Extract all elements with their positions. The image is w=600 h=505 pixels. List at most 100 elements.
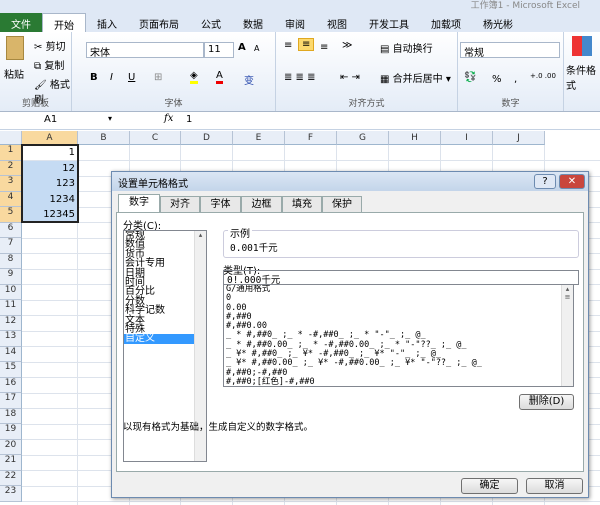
font-color-button[interactable]: A xyxy=(216,70,223,84)
tab-addins[interactable]: 加载项 xyxy=(420,13,472,33)
name-box[interactable]: A1 xyxy=(44,114,57,125)
align-bottom-icon[interactable]: ≡ xyxy=(320,42,328,53)
row-header[interactable]: 2 xyxy=(0,160,22,176)
copy-button[interactable]: ⧉ 复制 xyxy=(34,57,64,72)
row-header[interactable]: 19 xyxy=(0,424,22,440)
tab-number[interactable]: 数字 xyxy=(118,194,160,213)
format-item[interactable]: G/通用格式 xyxy=(224,285,573,294)
merge-center-button[interactable]: ▦ 合并后居中 ▾ xyxy=(380,70,451,85)
column-header[interactable]: F xyxy=(285,131,337,145)
column-header[interactable]: G xyxy=(337,131,389,145)
cut-button[interactable]: ✂ 剪切 xyxy=(34,38,66,53)
tab-insert[interactable]: 插入 xyxy=(86,13,128,33)
name-box-dropdown-icon[interactable]: ▾ xyxy=(108,114,112,123)
tab-page-layout[interactable]: 页面布局 xyxy=(128,13,190,33)
row-header[interactable]: 23 xyxy=(0,486,22,502)
type-input[interactable]: 0!.000千元 xyxy=(223,270,579,286)
format-cells-dialog: 设置单元格格式 ? ✕ 数字 对齐 字体 边框 填充 保护 分类(C): ▴ 常… xyxy=(111,171,589,498)
orientation-icon[interactable]: ≫ xyxy=(342,40,352,51)
help-button[interactable]: ? xyxy=(534,174,556,189)
format-list[interactable]: ▴ ≡ G/通用格式 0 0.00 #,##0 #,##0.00 _ * #,##0_ ;_… xyxy=(223,284,574,387)
font-name-combo[interactable]: 宋体 xyxy=(86,42,204,59)
tab-review[interactable]: 审阅 xyxy=(274,13,316,33)
tab-user[interactable]: 杨光彬 xyxy=(472,13,524,33)
column-header[interactable]: D xyxy=(181,131,233,145)
row-header[interactable]: 21 xyxy=(0,455,22,471)
row-header[interactable]: 8 xyxy=(0,253,22,269)
wrap-text-label: 自动换行 xyxy=(392,44,433,55)
row-header[interactable]: 11 xyxy=(0,300,22,316)
tab-fill[interactable]: 填充 xyxy=(282,196,322,212)
format-item[interactable]: 0 xyxy=(224,293,573,303)
column-header[interactable]: H xyxy=(389,131,441,145)
row-header[interactable]: 17 xyxy=(0,393,22,409)
font-size-combo[interactable]: 11 xyxy=(204,42,234,58)
shrink-font-button[interactable]: A xyxy=(254,44,259,53)
align-middle-icon[interactable]: ≡ xyxy=(298,38,315,51)
row-header[interactable]: 16 xyxy=(0,377,22,393)
row-header[interactable]: 18 xyxy=(0,408,22,424)
bold-button[interactable]: B xyxy=(90,72,98,83)
decimal-icon[interactable]: +.0 .00 xyxy=(530,72,556,80)
column-header[interactable]: I xyxy=(441,131,493,145)
format-scrollbar[interactable]: ▴ ≡ xyxy=(561,285,573,386)
ok-button[interactable]: 确定 xyxy=(461,478,518,494)
column-header[interactable]: E xyxy=(233,131,285,145)
grow-font-button[interactable]: A xyxy=(238,42,246,53)
row-header[interactable]: 10 xyxy=(0,284,22,300)
row-header[interactable]: 14 xyxy=(0,346,22,362)
row-header[interactable]: 7 xyxy=(0,238,22,254)
column-header[interactable]: C xyxy=(130,131,181,145)
tab-view[interactable]: 视图 xyxy=(316,13,358,33)
row-header[interactable]: 22 xyxy=(0,470,22,486)
row-header[interactable]: 5 xyxy=(0,207,22,223)
row-header[interactable]: 4 xyxy=(0,191,22,207)
comma-button[interactable]: , xyxy=(514,74,517,85)
format-item[interactable]: #,##0 xyxy=(224,312,573,322)
phonetic-button[interactable]: 变 xyxy=(244,72,254,87)
indent-icon[interactable]: ⇤ ⇥ xyxy=(340,72,360,83)
border-icon[interactable]: ⊞ xyxy=(154,72,162,83)
tab-font[interactable]: 字体 xyxy=(200,196,241,212)
format-item[interactable]: 0.00 xyxy=(224,303,573,313)
percent-button[interactable]: % xyxy=(492,74,502,85)
row-header[interactable]: 20 xyxy=(0,439,22,455)
tab-file[interactable]: 文件 xyxy=(0,13,42,33)
font-group: 宋体 11 A A B I U ⊞ ◈ A 变 字体 xyxy=(72,32,276,111)
italic-button[interactable]: I xyxy=(110,72,113,83)
delete-button[interactable]: 删除(D) xyxy=(519,394,574,410)
row-header[interactable]: 3 xyxy=(0,176,22,192)
underline-button[interactable]: U xyxy=(128,72,135,83)
close-button[interactable]: ✕ xyxy=(559,174,585,189)
currency-icon[interactable]: 💱 xyxy=(464,72,476,83)
column-header[interactable]: J xyxy=(493,131,545,145)
tab-developer[interactable]: 开发工具 xyxy=(358,13,420,33)
row-header[interactable]: 1 xyxy=(0,145,22,161)
paste-button[interactable]: 粘贴 xyxy=(4,66,24,81)
tab-alignment[interactable]: 对齐 xyxy=(160,196,200,212)
format-item[interactable]: #,##0;[红色]-#,##0 xyxy=(224,377,573,386)
tab-home[interactable]: 开始 xyxy=(42,13,86,33)
select-all[interactable] xyxy=(0,131,22,145)
align-left-icon[interactable]: ≣ ≣ ≣ xyxy=(284,72,316,83)
row-header[interactable]: 13 xyxy=(0,331,22,347)
tab-border[interactable]: 边框 xyxy=(241,196,282,212)
column-header[interactable]: B xyxy=(78,131,130,145)
align-top-icon[interactable]: ≡ xyxy=(284,40,292,51)
tab-data[interactable]: 数据 xyxy=(232,13,274,33)
tab-protection[interactable]: 保护 xyxy=(322,196,362,212)
row-header[interactable]: 9 xyxy=(0,269,22,285)
fill-color-icon[interactable]: ◈ xyxy=(190,70,198,84)
row-header[interactable]: 15 xyxy=(0,362,22,378)
column-header[interactable]: A xyxy=(22,131,78,145)
wrap-text-button[interactable]: ▤ 自动换行 xyxy=(380,40,433,55)
row-header[interactable]: 6 xyxy=(0,222,22,238)
fx-button[interactable]: fx xyxy=(164,113,173,124)
conditional-format-button[interactable]: 条件格式 xyxy=(566,62,600,92)
formula-input[interactable]: 1 xyxy=(186,114,192,125)
number-format-combo[interactable]: 常规 xyxy=(460,42,560,59)
row-header[interactable]: 12 xyxy=(0,315,22,331)
cancel-button[interactable]: 取消 xyxy=(526,478,583,494)
category-item[interactable]: 自定义 xyxy=(124,334,195,344)
tab-formulas[interactable]: 公式 xyxy=(190,13,232,33)
